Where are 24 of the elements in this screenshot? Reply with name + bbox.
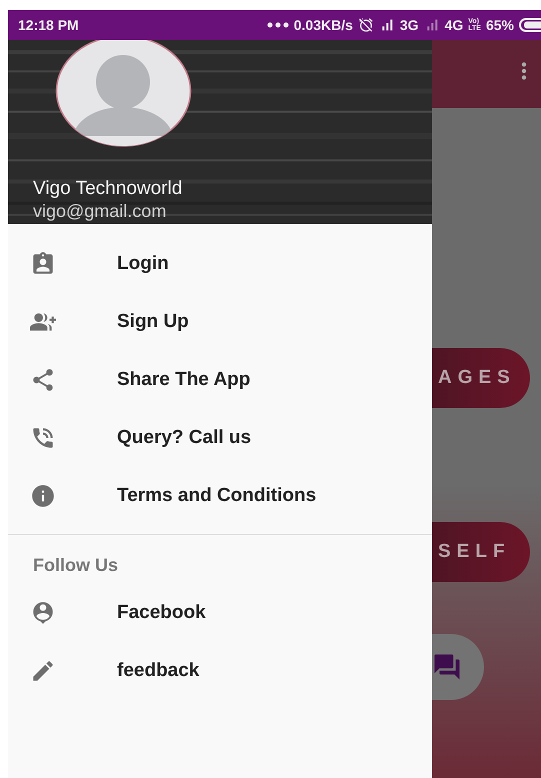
network-type: 3G	[400, 17, 419, 33]
network-speed: 0.03KB/s	[294, 17, 353, 33]
drawer-menu-item[interactable]: Share The App	[8, 351, 432, 409]
network-type: 4G	[444, 17, 464, 33]
clock-time: 12:18 PM	[18, 17, 80, 33]
avatar-icon	[55, 40, 192, 149]
more-dots-icon	[266, 22, 289, 28]
battery-percent: 65%	[486, 17, 514, 33]
drawer-menu-item[interactable]: Terms and Conditions	[8, 467, 432, 525]
section-title: Follow Us	[32, 554, 119, 577]
info-icon	[30, 483, 56, 509]
user-email: vigo@gmail.com	[33, 200, 168, 222]
chat-fab[interactable]	[432, 634, 484, 700]
app-button[interactable]: SELF	[432, 522, 530, 582]
drawer-menu-item[interactable]: Login	[8, 235, 432, 293]
drawer-menu-item[interactable]: Facebook	[8, 584, 432, 642]
chat-icon	[432, 652, 462, 682]
drawer-menu-item[interactable]: Query? Call us	[8, 409, 432, 467]
app-button[interactable]: AGES	[432, 348, 530, 408]
user-name: Vigo Technoworld	[33, 178, 184, 200]
drawer-menu-item[interactable]: feedback	[8, 642, 432, 700]
alarm-off-icon	[358, 17, 374, 33]
drawer-menu-item[interactable]: Sign Up	[8, 293, 432, 351]
battery-icon	[519, 18, 541, 32]
